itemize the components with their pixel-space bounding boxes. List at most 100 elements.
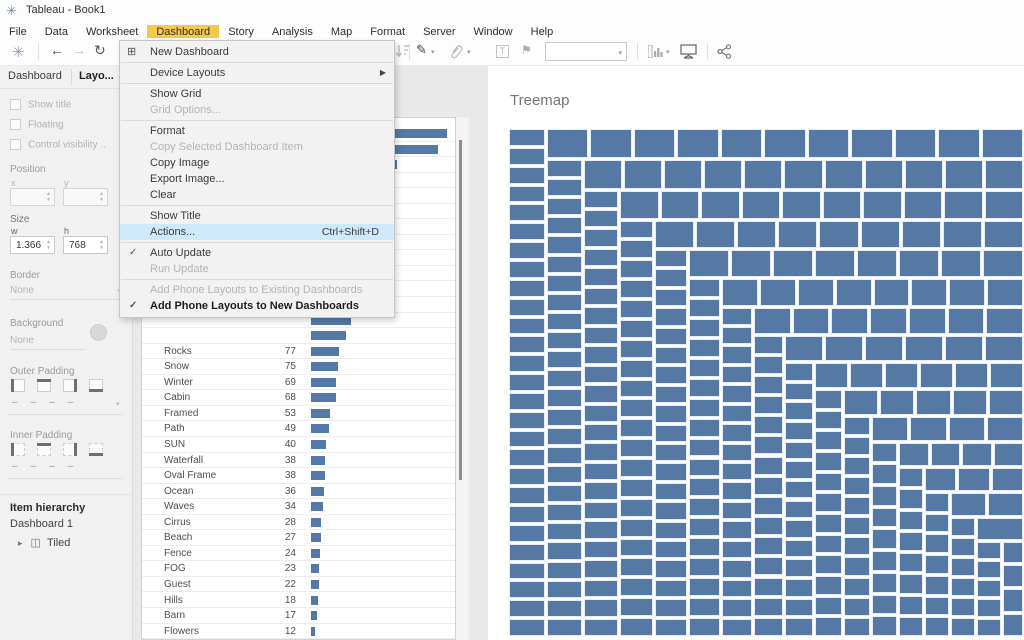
item-hierarchy-dashboard[interactable]: Dashboard 1 [10,518,73,530]
treemap-cell[interactable] [689,518,720,536]
treemap-cell[interactable] [509,299,545,316]
treemap-cell[interactable] [744,160,782,189]
treemap-cell[interactable] [509,129,545,146]
treemap-cell[interactable] [689,379,720,397]
treemap-cell[interactable] [815,535,842,554]
bar[interactable] [311,627,315,636]
treemap-cell[interactable] [689,558,720,576]
treemap-cell[interactable] [509,563,545,580]
treemap-cell[interactable] [994,443,1024,467]
treemap-cell[interactable] [785,540,813,558]
treemap-cell[interactable] [925,617,949,636]
treemap-cell[interactable] [899,574,923,593]
treemap-cell[interactable] [754,308,791,334]
expand-chevron-icon[interactable]: ▸ [18,538,23,548]
treemap-cell[interactable] [836,279,872,306]
treemap-cell[interactable] [977,542,1001,559]
treemap-cell[interactable] [844,417,870,435]
inner-padding-top-icon[interactable] [37,443,51,456]
treemap-cell[interactable] [722,580,752,597]
treemap-cell[interactable] [905,336,943,362]
treemap-cell[interactable] [547,504,582,521]
treemap-cell[interactable] [584,463,618,480]
treemap-cell[interactable] [547,217,582,234]
treemap-cell[interactable] [547,409,582,426]
treemap-cell[interactable] [872,573,897,593]
treemap-cell[interactable] [905,160,943,189]
treemap-cell[interactable] [620,191,659,219]
treemap-cell[interactable] [722,366,752,383]
treemap-cell[interactable] [948,308,985,334]
treemap-cell[interactable] [624,160,662,189]
treemap-cell[interactable] [872,486,897,506]
treemap-cell[interactable] [620,260,653,278]
treemap-cell[interactable] [951,618,975,636]
treemap-cell[interactable] [754,517,783,535]
treemap-cell[interactable] [584,502,618,519]
treemap-cell[interactable] [815,597,842,616]
treemap-cell[interactable] [899,468,923,487]
treemap-cell[interactable] [872,616,897,636]
treemap-cell[interactable] [857,250,897,277]
treemap-cell[interactable] [689,439,720,457]
scrollbar-thumb[interactable] [459,140,462,480]
treemap-cell[interactable] [904,191,943,219]
treemap-cell[interactable] [815,514,842,533]
treemap-cell[interactable] [977,561,1001,578]
bar[interactable] [311,440,326,449]
treemap-cell[interactable] [547,198,582,215]
treemap-cell[interactable] [547,256,582,273]
treemap-cell[interactable] [509,544,545,561]
treemap-cell[interactable] [655,425,687,442]
tab-layout[interactable]: Layo... [79,70,114,82]
treemap-cell[interactable] [677,129,718,158]
treemap-cell[interactable] [985,191,1024,219]
treemap-cell[interactable] [951,493,986,516]
treemap-cell[interactable] [785,599,813,617]
treemap-cell[interactable] [620,221,653,239]
treemap-cell[interactable] [987,279,1023,306]
treemap-cell[interactable] [509,600,545,617]
treemap-cell[interactable] [808,129,849,158]
treemap-cell[interactable] [509,506,545,523]
treemap-cell[interactable] [584,366,618,383]
treemap-cell[interactable] [547,600,582,617]
treemap-cell[interactable] [655,541,687,558]
menu-item-format[interactable]: Format [120,123,394,139]
treemap-cell[interactable] [831,308,868,334]
treemap-cell[interactable] [819,221,858,249]
treemap-cell[interactable] [547,562,582,579]
treemap-cell[interactable] [863,191,902,219]
treemap-cell[interactable] [760,279,796,306]
treemap-cell[interactable] [815,431,842,450]
treemap-cell[interactable] [509,468,545,485]
position-x-stepper[interactable]: ▲▼ [10,188,55,206]
checkbox-box[interactable] [10,119,21,130]
treemap-cell[interactable] [754,457,783,475]
treemap-cell[interactable] [925,493,949,512]
outer-padding-left-icon[interactable] [11,379,25,392]
treemap-cell[interactable] [584,405,618,422]
treemap-cell[interactable] [951,538,975,556]
treemap-cell[interactable] [655,405,687,422]
bar[interactable] [311,409,330,418]
treemap-cell[interactable] [844,497,870,515]
bar[interactable] [311,549,320,558]
treemap-cell[interactable] [584,307,618,324]
treemap-cell[interactable] [722,308,752,325]
treemap-cell[interactable] [620,618,653,636]
treemap-cell[interactable] [689,498,720,516]
treemap-cell[interactable] [899,511,923,530]
treemap-cell[interactable] [785,383,813,401]
treemap-cell[interactable] [689,618,720,636]
treemap-cell[interactable] [885,363,918,388]
treemap-cell[interactable] [704,160,742,189]
treemap-cell[interactable] [689,319,720,337]
bar[interactable] [311,362,338,371]
treemap-cell[interactable] [547,160,582,177]
treemap-cell[interactable] [701,191,740,219]
treemap-cell[interactable] [689,459,720,477]
bar[interactable] [311,580,319,589]
treemap-cell[interactable] [584,385,618,402]
treemap-cell[interactable] [584,482,618,499]
